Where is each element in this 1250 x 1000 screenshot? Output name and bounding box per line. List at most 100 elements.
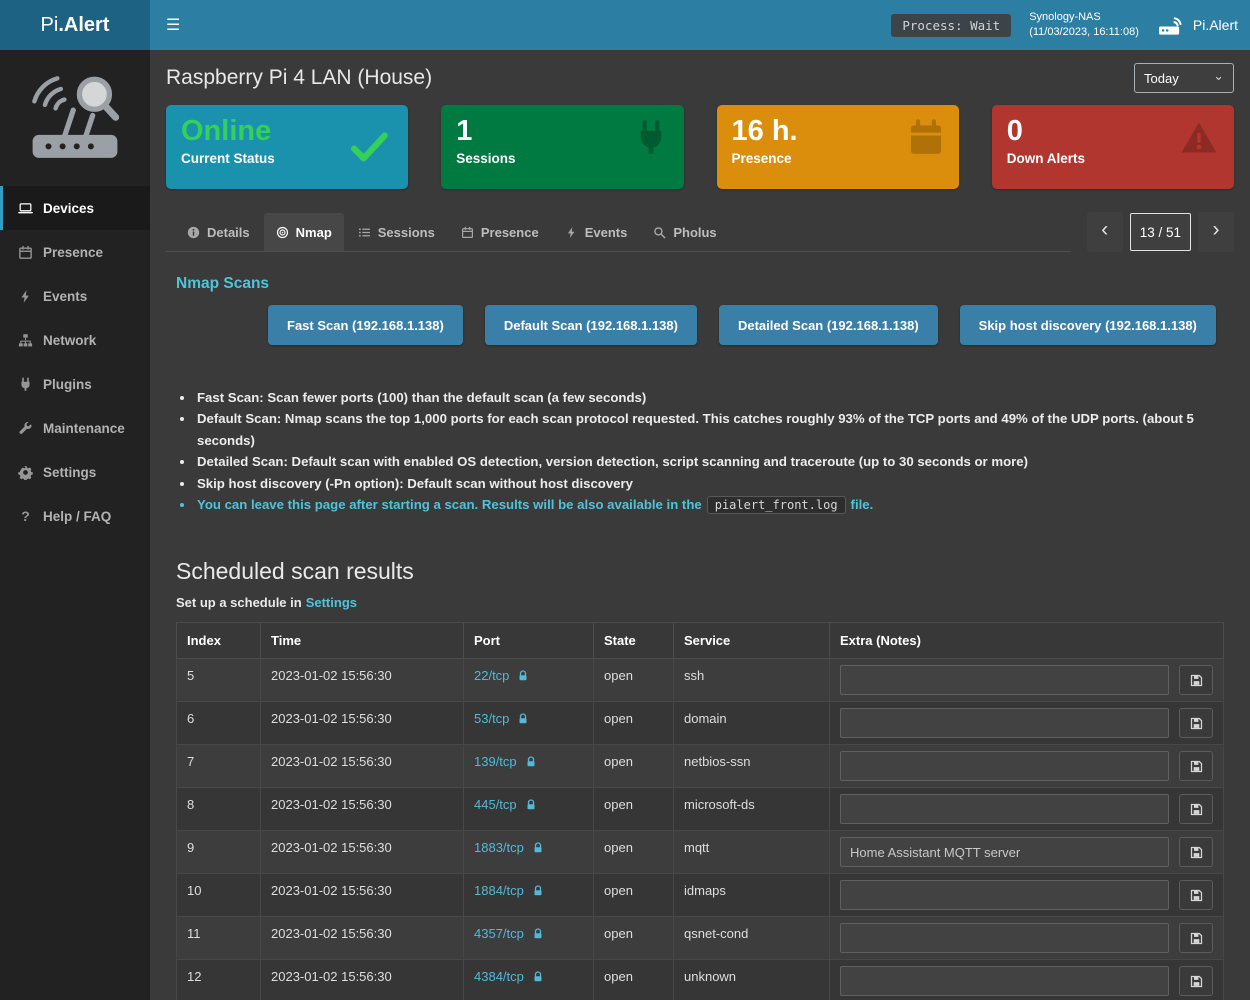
- cell-time: 2023-01-02 15:56:30: [261, 745, 464, 788]
- lock-icon: [517, 670, 529, 682]
- sidebar-item-events[interactable]: Events: [0, 274, 150, 318]
- cell-service: unknown: [674, 960, 830, 1000]
- cell-time: 2023-01-02 15:56:30: [261, 874, 464, 917]
- lock-icon: [532, 885, 544, 897]
- fast-scan-button[interactable]: Fast Scan (192.168.1.138): [268, 305, 463, 345]
- prev-device-button[interactable]: ‹: [1087, 212, 1123, 252]
- sidebar-item-label: Plugins: [43, 377, 92, 392]
- tab-presence[interactable]: Presence: [449, 213, 551, 251]
- radar-icon: [276, 226, 289, 239]
- sidebar-item-settings[interactable]: Settings: [0, 450, 150, 494]
- nmap-heading: Nmap Scans: [176, 275, 1224, 293]
- port-link[interactable]: 22/tcp: [474, 668, 529, 683]
- cell-port: 1883/tcp: [464, 831, 594, 874]
- port-link[interactable]: 1884/tcp: [474, 883, 544, 898]
- cell-index: 11: [177, 917, 261, 960]
- sidebar-item-network[interactable]: Network: [0, 318, 150, 362]
- user-menu[interactable]: Pi.Alert: [1157, 14, 1238, 37]
- note-input[interactable]: [840, 794, 1169, 824]
- note-input[interactable]: [840, 966, 1169, 996]
- save-note-button[interactable]: [1179, 966, 1213, 996]
- cell-port: 4384/tcp: [464, 960, 594, 1000]
- save-note-button[interactable]: [1179, 880, 1213, 910]
- brand-prefix: Pi: [41, 14, 59, 37]
- floppy-icon: [1189, 845, 1204, 860]
- sidebar-item-plugins[interactable]: Plugins: [0, 362, 150, 406]
- schedule-hint: Set up a schedule inSettings: [176, 595, 1224, 610]
- lock-icon: [532, 842, 544, 854]
- chevron-right-icon: ›: [1213, 218, 1220, 242]
- scan-descriptions: Fast Scan: Scan fewer ports (100) than t…: [195, 387, 1224, 515]
- cell-notes: [830, 917, 1224, 960]
- table-row: 10 2023-01-02 15:56:30 1884/tcp open idm…: [177, 874, 1224, 917]
- top-bar: Pi.Alert ☰ Process: Wait Synology-NAS (1…: [0, 0, 1250, 50]
- note-input[interactable]: [840, 837, 1169, 867]
- period-select[interactable]: Today ⌄: [1134, 63, 1234, 93]
- save-note-button[interactable]: [1179, 923, 1213, 953]
- port-link[interactable]: 4384/tcp: [474, 969, 544, 984]
- tab-label: Pholus: [673, 225, 716, 240]
- port-link[interactable]: 4357/tcp: [474, 926, 544, 941]
- cell-time: 2023-01-02 15:56:30: [261, 960, 464, 1000]
- nas-icon: [1157, 14, 1184, 37]
- log-note-text: You can leave this page after starting a…: [197, 497, 702, 512]
- bolt-icon: [565, 226, 578, 239]
- floppy-icon: [1189, 888, 1204, 903]
- tab-details[interactable]: Details: [175, 213, 262, 251]
- cell-service: mqtt: [674, 831, 830, 874]
- info-icon: [187, 226, 200, 239]
- calendar-icon: [461, 226, 474, 239]
- results-heading: Scheduled scan results: [176, 558, 1224, 585]
- tab-sessions[interactable]: Sessions: [346, 213, 447, 251]
- period-selected-value: Today: [1144, 71, 1179, 86]
- tab-nmap[interactable]: Nmap: [264, 213, 344, 251]
- next-device-button[interactable]: ›: [1198, 212, 1234, 252]
- column-header: State: [594, 623, 674, 659]
- sidebar-item-maintenance[interactable]: Maintenance: [0, 406, 150, 450]
- sidebar-item-help[interactable]: ? Help / FAQ: [0, 494, 150, 538]
- scan-buttons: Fast Scan (192.168.1.138) Default Scan (…: [268, 305, 1224, 345]
- sidebar: Devices Presence Events: [0, 50, 150, 1000]
- brand-suffix: .Alert: [58, 14, 109, 37]
- sidebar-item-label: Help / FAQ: [43, 509, 111, 524]
- cell-state: open: [594, 745, 674, 788]
- cell-port: 1884/tcp: [464, 874, 594, 917]
- note-input[interactable]: [840, 665, 1169, 695]
- sidebar-item-label: Settings: [43, 465, 96, 480]
- note-input[interactable]: [840, 708, 1169, 738]
- note-input[interactable]: [840, 751, 1169, 781]
- cell-state: open: [594, 659, 674, 702]
- save-note-button[interactable]: [1179, 837, 1213, 867]
- note-input[interactable]: [840, 923, 1169, 953]
- sidebar-item-presence[interactable]: Presence: [0, 230, 150, 274]
- wrench-icon: [18, 421, 33, 436]
- cell-notes: [830, 745, 1224, 788]
- port-link[interactable]: 139/tcp: [474, 754, 537, 769]
- port-link[interactable]: 53/tcp: [474, 711, 529, 726]
- cell-service: idmaps: [674, 874, 830, 917]
- default-scan-button[interactable]: Default Scan (192.168.1.138): [485, 305, 697, 345]
- save-note-button[interactable]: [1179, 751, 1213, 781]
- note-input[interactable]: [840, 880, 1169, 910]
- brand-logo[interactable]: Pi.Alert: [0, 0, 150, 50]
- port-link[interactable]: 1883/tcp: [474, 840, 544, 855]
- port-link[interactable]: 445/tcp: [474, 797, 537, 812]
- device-tabs: Details Nmap Sessions Presence: [166, 212, 1071, 252]
- sidebar-item-label: Devices: [43, 201, 94, 216]
- sidebar-item-devices[interactable]: Devices: [0, 186, 150, 230]
- cell-notes: [830, 659, 1224, 702]
- hamburger-menu-icon[interactable]: ☰: [166, 15, 180, 35]
- cell-service: qsnet-cond: [674, 917, 830, 960]
- settings-link[interactable]: Settings: [306, 595, 357, 610]
- cell-time: 2023-01-02 15:56:30: [261, 702, 464, 745]
- save-note-button[interactable]: [1179, 794, 1213, 824]
- save-note-button[interactable]: [1179, 665, 1213, 695]
- save-note-button[interactable]: [1179, 708, 1213, 738]
- laptop-icon: [18, 201, 33, 216]
- detailed-scan-button[interactable]: Detailed Scan (192.168.1.138): [719, 305, 938, 345]
- tab-pholus[interactable]: Pholus: [641, 213, 728, 251]
- tab-events[interactable]: Events: [553, 213, 640, 251]
- host-info: Synology-NAS (11/03/2023, 16:11:08): [1029, 10, 1139, 41]
- skip-host-discovery-button[interactable]: Skip host discovery (192.168.1.138): [960, 305, 1216, 345]
- pialert-app: Pi.Alert ☰ Process: Wait Synology-NAS (1…: [0, 0, 1250, 1000]
